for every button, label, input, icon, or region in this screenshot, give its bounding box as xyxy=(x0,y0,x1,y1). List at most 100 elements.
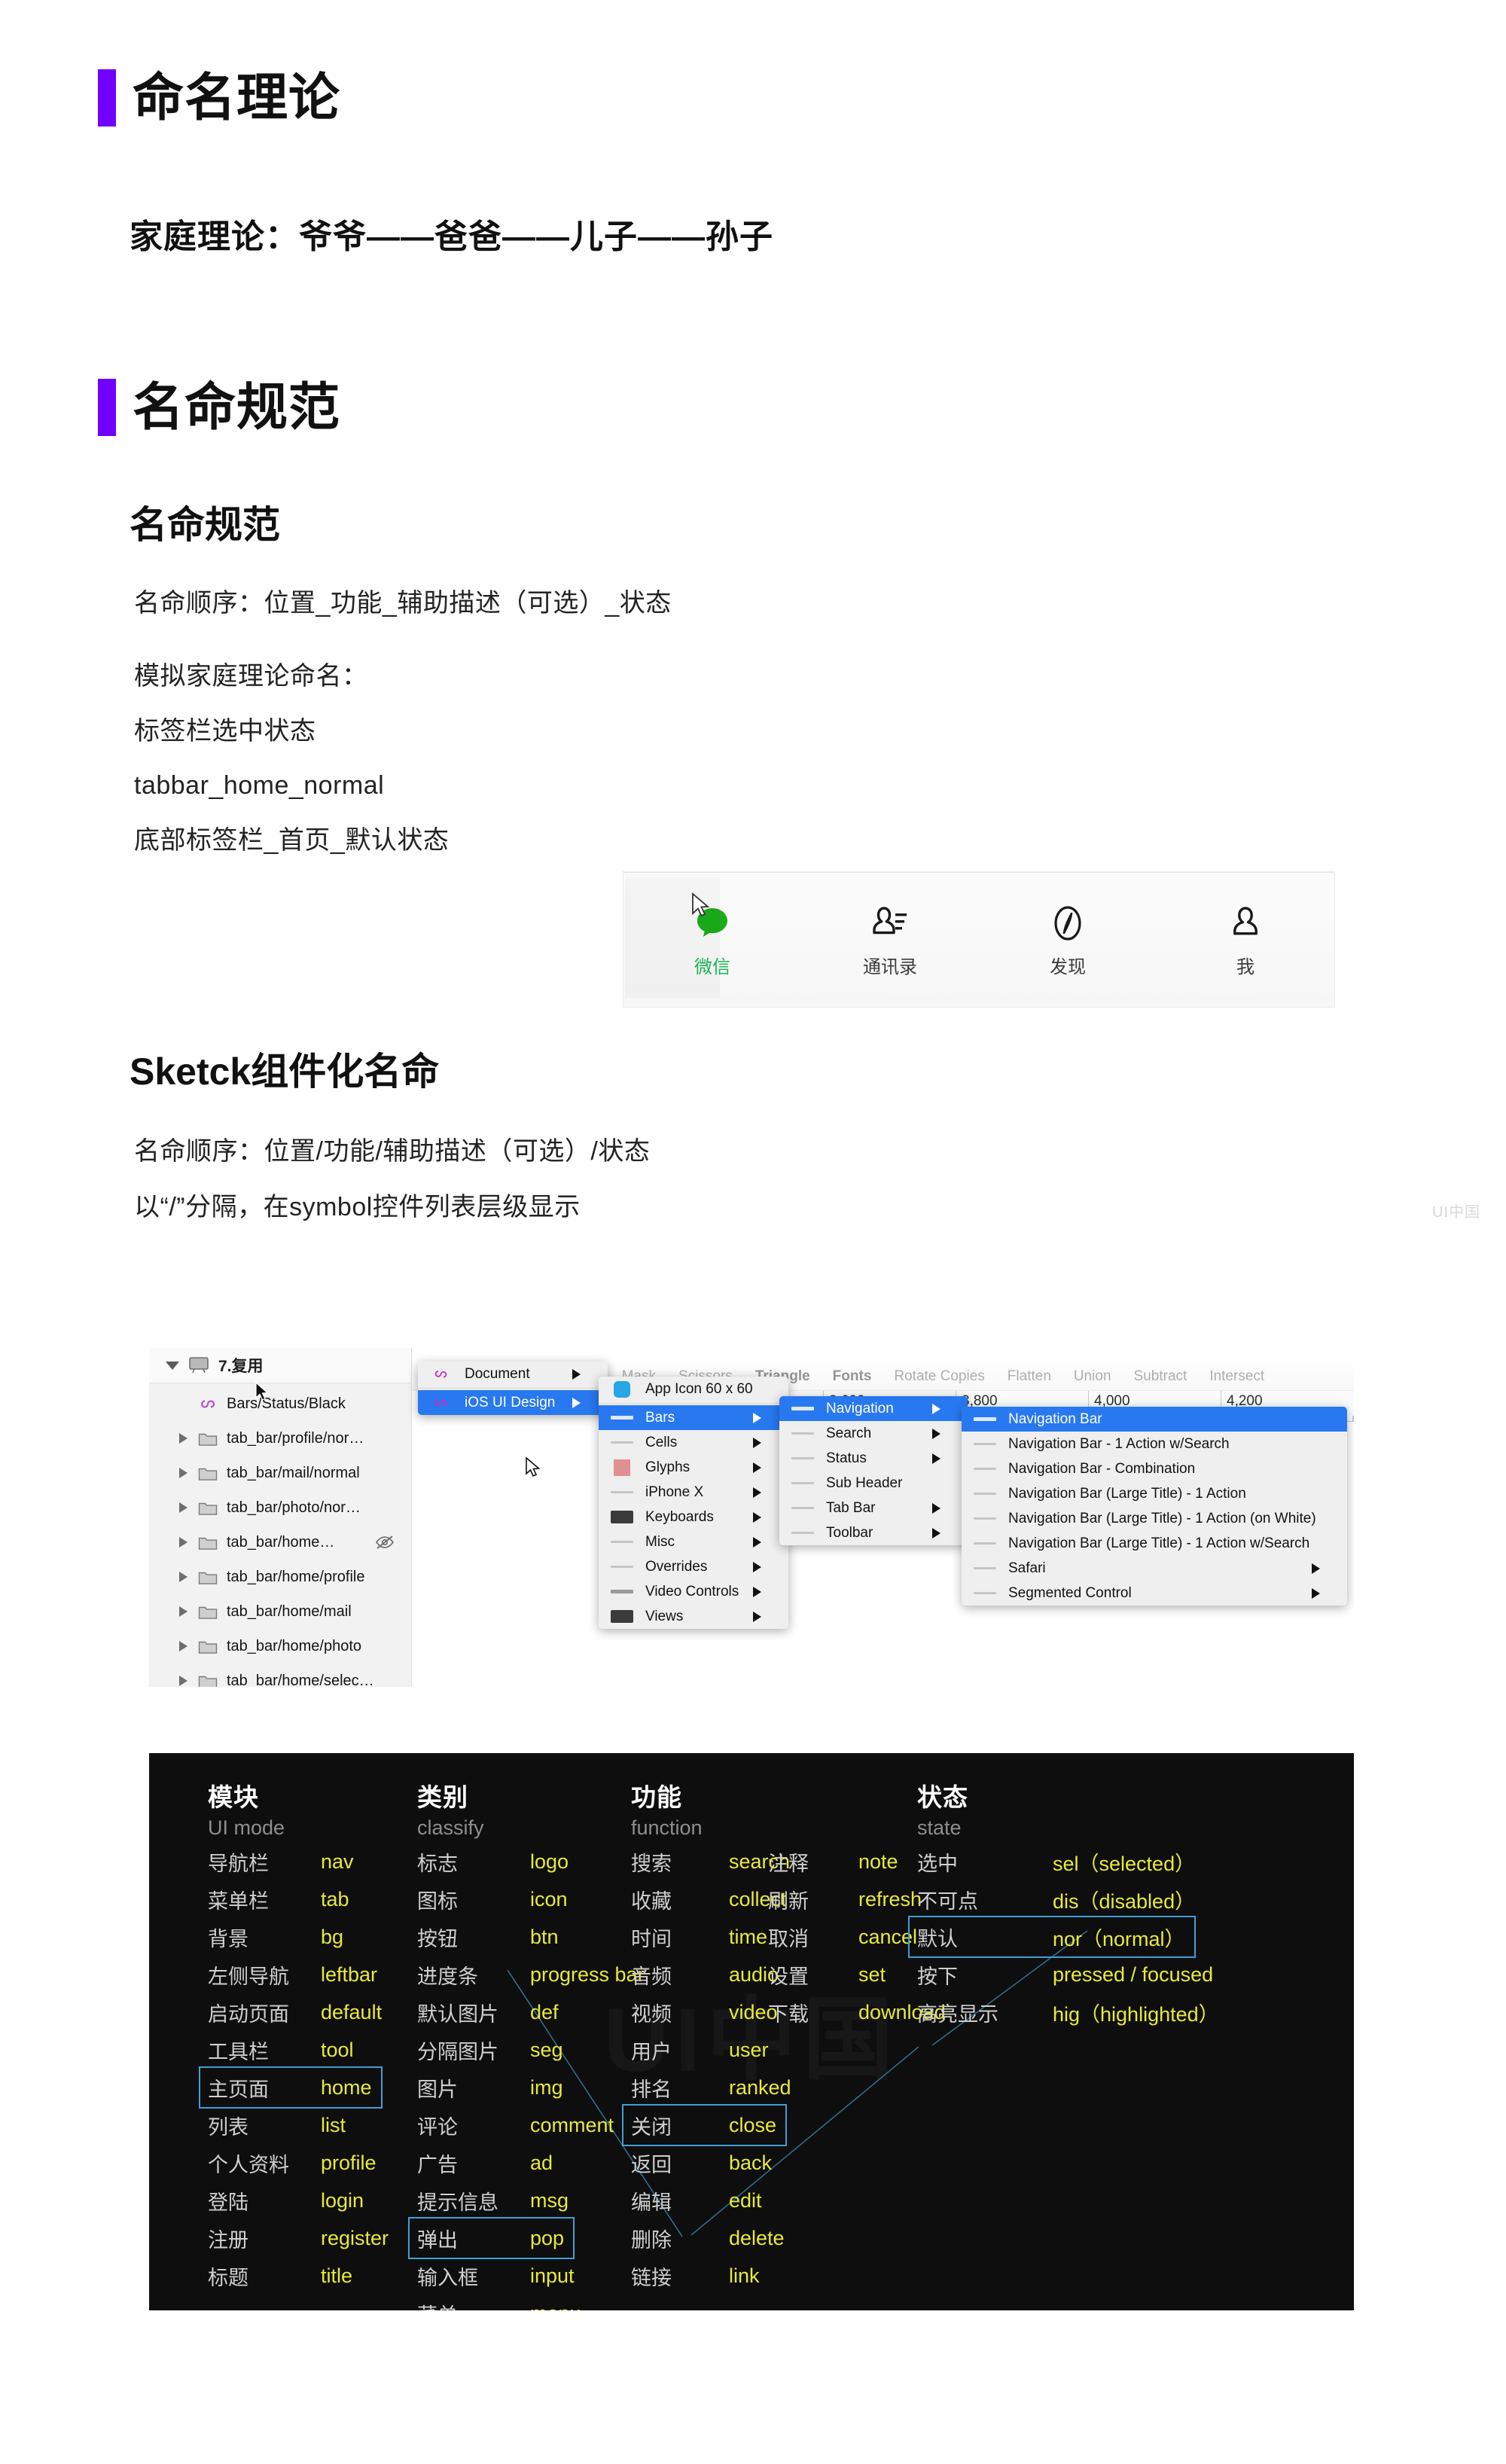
reference-term-en: user xyxy=(729,2038,769,2061)
bar-swatch xyxy=(972,1562,998,1575)
layer-row[interactable]: tab_bar/home/profile xyxy=(149,1560,411,1594)
disclosure-triangle-icon[interactable] xyxy=(179,1537,187,1548)
tab-item-me[interactable]: 我 xyxy=(1157,873,1334,1007)
disclosure-triangle-icon[interactable] xyxy=(179,1572,187,1582)
reference-row: 删除 delete xyxy=(623,2219,794,2258)
menubar-item[interactable]: Intersect xyxy=(1209,1368,1264,1385)
reference-row: 不可点 dis（disabled） xyxy=(910,1880,1204,1919)
disclosure-triangle-icon[interactable] xyxy=(179,1606,187,1617)
menu-item[interactable]: Toolbar xyxy=(779,1520,968,1545)
reference-row: 菜单menu xyxy=(410,2294,590,2311)
wechat-tabbar-screenshot: 微信 通讯录 发现 我 xyxy=(623,872,1334,1007)
symbols-menu-level-3[interactable]: Navigation Search Status Sub Header Tab Bar T… xyxy=(779,1396,968,1545)
menu-item[interactable]: Keyboards xyxy=(599,1505,788,1529)
menu-item[interactable]: Glyphs xyxy=(599,1455,788,1480)
menu-item[interactable]: Bars xyxy=(599,1405,788,1430)
menu-item[interactable]: Navigation Bar (Large Title) - 1 Action xyxy=(962,1481,1347,1506)
compass-icon xyxy=(1047,902,1089,944)
menu-item[interactable]: Navigation Bar - 1 Action w/Search xyxy=(962,1432,1347,1456)
menubar-item[interactable]: Flatten xyxy=(1008,1368,1051,1385)
spacer-j xyxy=(0,1094,1506,1132)
menu-item[interactable]: Search xyxy=(779,1421,968,1446)
menu-item[interactable]: Status xyxy=(779,1446,968,1471)
layer-row[interactable]: tab_bar/home… xyxy=(149,1525,411,1560)
menu-item-label: Toolbar xyxy=(826,1524,873,1541)
menu-item[interactable]: Sub Header xyxy=(779,1471,968,1496)
disclosure-triangle-icon[interactable] xyxy=(179,1468,187,1478)
disclosure-triangle-icon[interactable] xyxy=(166,1361,179,1370)
menu-item[interactable]: Overrides xyxy=(599,1554,788,1579)
submenu-arrow-icon xyxy=(1312,1587,1335,1599)
layer-row[interactable]: tab_bar/photo/nor… xyxy=(149,1490,411,1525)
spacer-g xyxy=(0,751,1506,766)
menu-item[interactable]: Misc xyxy=(599,1529,788,1554)
menu-item[interactable]: Cells xyxy=(599,1430,788,1455)
submenu-arrow-icon xyxy=(932,1527,956,1538)
layer-row[interactable]: tab_bar/home/selec… xyxy=(149,1664,411,1687)
menu-item[interactable]: iPhone X xyxy=(599,1480,788,1505)
disclosure-triangle-icon[interactable] xyxy=(179,1502,187,1513)
tab-item-contacts[interactable]: 通讯录 xyxy=(801,873,979,1007)
tab-item-discover[interactable]: 发现 xyxy=(979,873,1157,1007)
spacer-a xyxy=(0,127,1506,215)
menu-item-label: Navigation Bar (Large Title) - 1 Action … xyxy=(1008,1535,1310,1551)
menu-item[interactable]: Video Controls xyxy=(599,1579,788,1604)
menubar-item[interactable]: Rotate Copies xyxy=(894,1368,984,1385)
layer-row[interactable]: tab_bar/home/photo xyxy=(149,1629,411,1664)
bar-swatch xyxy=(972,1413,998,1426)
disclosure-triangle-icon[interactable] xyxy=(179,1433,187,1444)
reference-term-en: default xyxy=(321,2000,383,2023)
menu-item[interactable]: Navigation xyxy=(779,1396,968,1421)
layer-row[interactable]: tab_bar/mail/normal xyxy=(149,1456,411,1490)
glyph-swatch xyxy=(609,1459,635,1476)
menu-item-label: Tab Bar xyxy=(826,1499,876,1516)
menubar-item[interactable]: Union xyxy=(1074,1368,1111,1385)
reference-column-header: 类别 classify xyxy=(417,1777,484,1840)
section-1-heading: 命名理论 xyxy=(98,69,1506,127)
menu-item-label: Navigation Bar - Combination xyxy=(1008,1460,1196,1477)
footer-watermark: UI中国 xyxy=(1432,1204,1480,1221)
reference-term-zh: 弹出 xyxy=(417,2228,458,2252)
family-theory-line: 家庭理论：爷爷——爸爸——儿子——孙子 xyxy=(130,218,773,255)
symbols-menu-level-1[interactable]: Document iOS UI Design xyxy=(418,1362,608,1415)
reference-row: 主页面 home xyxy=(199,2066,383,2109)
menu-separator xyxy=(418,1388,608,1389)
artboard-row[interactable]: 7.复用 xyxy=(149,1348,411,1383)
layer-row[interactable]: Bars/Status/Black xyxy=(149,1386,411,1421)
layer-row[interactable]: tab_bar/home/mail xyxy=(149,1594,411,1629)
folder-icon xyxy=(198,1468,218,1481)
menubar-item[interactable]: Fonts xyxy=(833,1368,872,1385)
menu-item[interactable]: Safari xyxy=(962,1556,1347,1581)
layer-name: tab_bar/photo/nor… xyxy=(227,1499,361,1516)
reference-term-zh: 图标 xyxy=(417,1889,458,1913)
menu-item[interactable]: iOS UI Design xyxy=(418,1390,608,1415)
menu-item[interactable]: Tab Bar xyxy=(779,1496,968,1520)
menu-item[interactable]: Navigation Bar (Large Title) - 1 Action … xyxy=(962,1531,1347,1556)
reference-term-en: menu xyxy=(530,2302,581,2311)
spacer-d xyxy=(0,547,1506,584)
symbols-menu-level-4[interactable]: Navigation Bar Navigation Bar - 1 Action … xyxy=(962,1407,1347,1606)
tab-item-wechat[interactable]: 微信 xyxy=(623,873,801,1007)
app-icon-swatch xyxy=(609,1380,635,1398)
layer-row[interactable]: tab_bar/profile/nor… xyxy=(149,1421,411,1456)
column-title-en: state xyxy=(917,1816,962,1839)
submenu-arrow-icon xyxy=(753,1487,776,1498)
reference-term-en: home xyxy=(321,2075,372,2099)
menu-item[interactable]: Navigation Bar (Large Title) - 1 Action … xyxy=(962,1506,1347,1531)
disclosure-triangle-icon[interactable] xyxy=(179,1676,187,1686)
menu-item[interactable]: Segmented Control xyxy=(962,1581,1347,1606)
disclosure-triangle-icon[interactable] xyxy=(179,1641,187,1651)
reference-term-zh: 广告 xyxy=(417,2153,458,2176)
menu-item[interactable]: Navigation Bar - Combination xyxy=(962,1456,1347,1481)
menu-item[interactable]: Navigation Bar xyxy=(962,1407,1347,1432)
reference-row: 链接 link xyxy=(623,2256,769,2295)
menu-item[interactable]: App Icon 60 x 60 xyxy=(599,1377,788,1401)
menu-item[interactable]: Views xyxy=(599,1604,788,1629)
hidden-eye-icon[interactable] xyxy=(375,1535,395,1550)
bar-swatch xyxy=(609,1486,635,1499)
menu-item-label: Navigation xyxy=(826,1400,894,1416)
symbols-menu-level-2[interactable]: App Icon 60 x 60 Bars Cells Glyphs iPhone X K… xyxy=(599,1377,788,1629)
reference-term-en: register xyxy=(321,2226,389,2249)
menubar-item[interactable]: Subtract xyxy=(1134,1368,1187,1385)
menu-item[interactable]: Document xyxy=(418,1362,608,1386)
